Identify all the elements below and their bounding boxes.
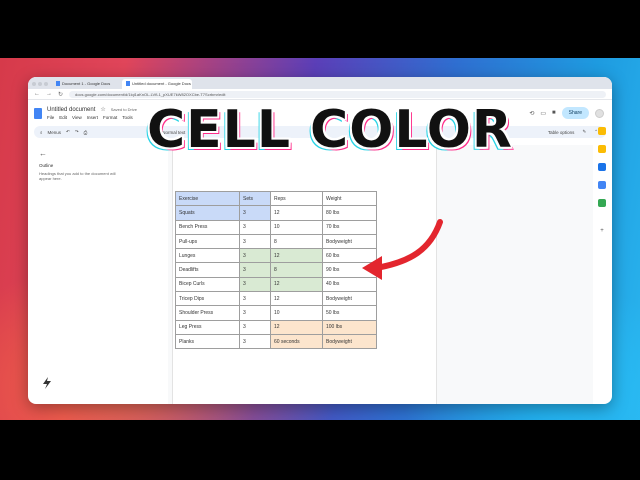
brand-logo: AsapGuide: [36, 372, 148, 394]
lightning-bolt-icon: [36, 372, 58, 394]
red-arrow-annotation: [362, 219, 443, 280]
arrow-shaft: [373, 219, 443, 271]
headline-overlay: CELL COLOR: [147, 100, 513, 160]
brand-name: AsapGuide: [64, 374, 149, 391]
arrow-head: [362, 256, 382, 280]
